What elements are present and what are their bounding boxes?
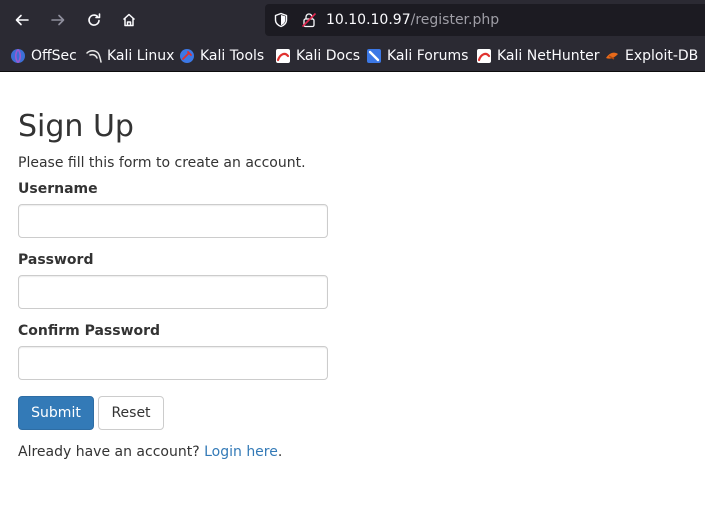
reload-icon (88, 13, 101, 26)
kali-tools-icon (180, 49, 194, 63)
bookmark-label: Kali Linux (107, 48, 175, 64)
confirm-password-input[interactable] (18, 346, 328, 380)
password-input[interactable] (18, 275, 328, 309)
page-title: Sign Up (18, 109, 134, 144)
bookmark-kali-docs[interactable]: Kali Docs (275, 47, 360, 65)
browser-chrome: 10.10.10.97/register.php OffSec Kali Lin… (0, 0, 705, 72)
back-button[interactable] (8, 6, 36, 34)
navigation-toolbar: 10.10.10.97/register.php (0, 0, 705, 40)
home-icon (122, 13, 136, 27)
insecure-lock-icon[interactable] (301, 12, 317, 28)
password-label: Password (18, 252, 94, 268)
username-label: Username (18, 181, 98, 197)
kali-dragon-icon (86, 50, 102, 63)
bookmark-exploit-db[interactable]: Exploit-DB (604, 47, 698, 65)
bookmark-label: Kali Tools (200, 48, 265, 64)
kali-docs-icon (276, 49, 290, 63)
exploit-db-icon (606, 52, 618, 60)
shield-icon[interactable] (273, 12, 289, 28)
home-button[interactable] (115, 6, 143, 34)
bookmark-kali-nethunter[interactable]: Kali NetHunter (476, 47, 599, 65)
login-prompt-text: Already have an account? (18, 444, 200, 460)
login-link[interactable]: Login here (204, 444, 278, 460)
reset-button[interactable]: Reset (98, 396, 164, 430)
bookmark-label: Exploit-DB (625, 48, 699, 64)
confirm-password-label: Confirm Password (18, 323, 161, 339)
url-host: 10.10.10.97 (326, 12, 411, 28)
url-text[interactable]: 10.10.10.97/register.php (326, 11, 499, 29)
toolbar-divider (0, 71, 705, 72)
bookmark-label: OffSec (31, 48, 77, 64)
login-prompt: Already have an account? Login here. (18, 443, 282, 461)
forward-button[interactable] (44, 6, 72, 34)
arrow-right-icon (51, 14, 65, 26)
arrow-left-icon (15, 14, 29, 26)
bookmark-offsec[interactable]: OffSec (10, 47, 77, 65)
kali-forums-icon (367, 49, 381, 63)
bookmark-kali-linux[interactable]: Kali Linux (86, 47, 174, 65)
bookmark-kali-forums[interactable]: Kali Forums (366, 47, 468, 65)
bookmark-label: Kali Docs (296, 48, 361, 64)
submit-button[interactable]: Submit (18, 396, 94, 430)
url-path: /register.php (410, 12, 500, 28)
username-input[interactable] (18, 204, 328, 238)
bookmark-label: Kali Forums (387, 48, 469, 64)
offsec-icon (11, 48, 25, 64)
login-suffix: . (277, 444, 283, 460)
bookmarks-toolbar: OffSec Kali Linux Kali Tools Kali Docs K… (0, 40, 705, 72)
reload-button[interactable] (80, 6, 108, 34)
page-subtitle: Please fill this form to create an accou… (18, 155, 306, 171)
bookmark-kali-tools[interactable]: Kali Tools (179, 47, 264, 65)
kali-nethunter-icon (477, 49, 491, 63)
bookmark-label: Kali NetHunter (497, 48, 600, 64)
address-bar[interactable]: 10.10.10.97/register.php (265, 4, 705, 36)
